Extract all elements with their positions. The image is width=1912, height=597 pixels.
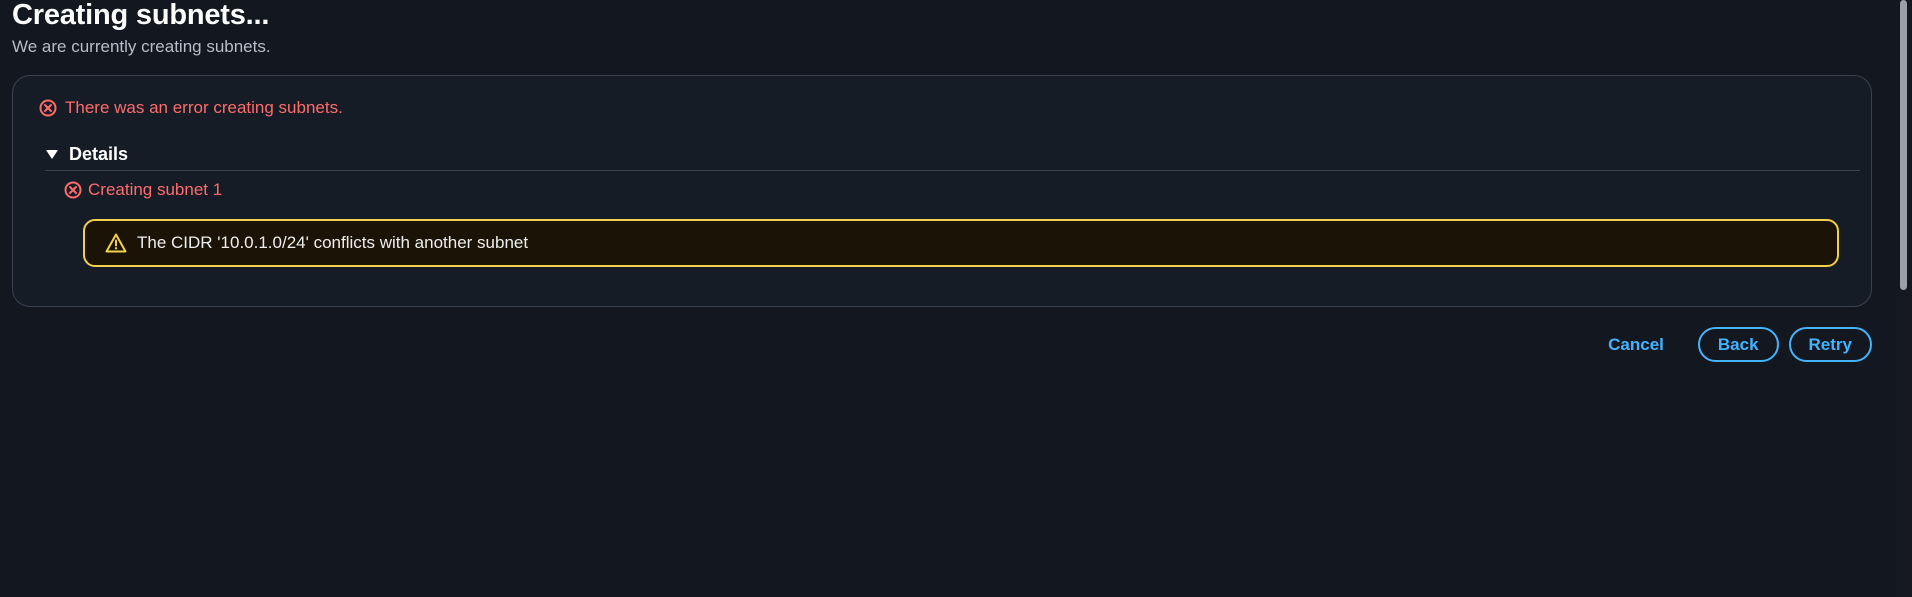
retry-button[interactable]: Retry	[1788, 327, 1872, 362]
error-circle-x-icon	[38, 98, 58, 118]
error-circle-x-icon	[63, 180, 83, 200]
subnet-status-item: Creating subnet 1	[63, 180, 222, 200]
warning-message: The CIDR '10.0.1.0/24' conflicts with an…	[137, 233, 529, 252]
page-header: Creating subnets... We are currently cre…	[12, 0, 271, 57]
caret-down-icon	[45, 147, 59, 161]
warning-alert: The CIDR '10.0.1.0/24' conflicts with an…	[83, 219, 1839, 267]
subnet-status-label: Creating subnet 1	[88, 180, 223, 199]
error-message: There was an error creating subnets.	[65, 98, 343, 117]
page: Creating subnets... We are currently cre…	[0, 0, 1912, 597]
vertical-scrollbar[interactable]	[1895, 0, 1912, 597]
scrollbar-thumb[interactable]	[1900, 0, 1907, 290]
details-toggle[interactable]: Details	[45, 142, 1860, 171]
status-panel: There was an error creating subnets. Det…	[12, 75, 1872, 307]
error-alert: There was an error creating subnets.	[38, 98, 343, 118]
page-title: Creating subnets...	[12, 0, 270, 31]
back-button[interactable]: Back	[1697, 327, 1779, 362]
warning-triangle-icon	[105, 232, 127, 254]
page-subtitle: We are currently creating subnets.	[12, 37, 271, 56]
action-bar: Cancel Back Retry	[1596, 327, 1872, 362]
details-label: Details	[69, 143, 129, 164]
cancel-button[interactable]: Cancel	[1596, 327, 1688, 362]
